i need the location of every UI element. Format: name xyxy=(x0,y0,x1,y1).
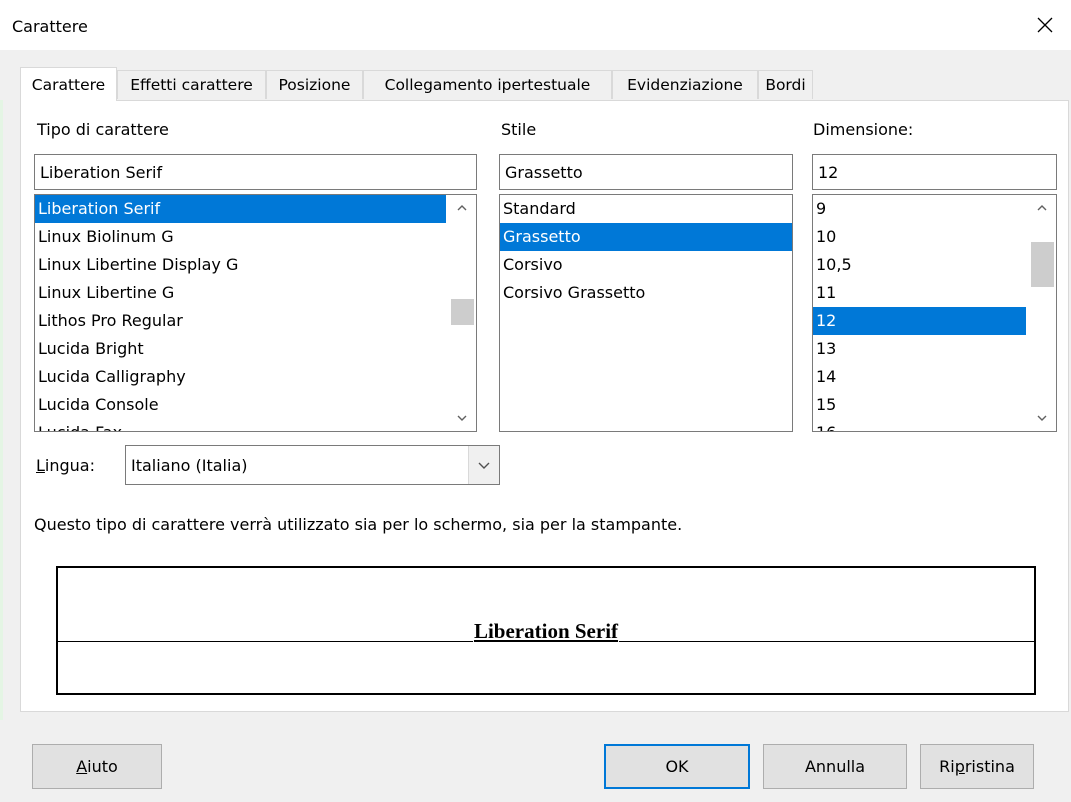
window-title: Carattere xyxy=(12,17,88,36)
close-button[interactable] xyxy=(1019,0,1071,50)
size-list-item[interactable]: 16 xyxy=(813,419,1026,431)
style-label: Stile xyxy=(501,120,537,139)
font-family-list[interactable]: Liberation Serif Linux Biolinum G Linux Li… xyxy=(34,194,477,432)
language-select[interactable]: Italiano (Italia) xyxy=(125,445,500,485)
font-list-item[interactable]: Lucida Calligraphy xyxy=(35,363,446,391)
reset-button[interactable]: Ri p ristina xyxy=(920,744,1034,789)
font-list-scroll-thumb[interactable] xyxy=(451,299,474,325)
size-list-item[interactable]: 9 xyxy=(813,195,1026,223)
font-list-item[interactable]: Lucida Console xyxy=(35,391,446,419)
style-list-item[interactable]: Corsivo Grassetto xyxy=(500,279,792,307)
size-list-scroll-thumb[interactable] xyxy=(1031,242,1054,287)
tab-collegamento-ipertestuale[interactable]: Collegamento ipertestuale xyxy=(363,70,612,99)
style-list-item[interactable]: Corsivo xyxy=(500,251,792,279)
size-list-item[interactable]: 14 xyxy=(813,363,1026,391)
help-button[interactable]: Aiuto xyxy=(32,744,162,789)
size-input[interactable]: 12 xyxy=(812,154,1057,190)
title-bar: Carattere xyxy=(0,0,1071,50)
language-label-rest: ingua: xyxy=(44,456,95,475)
style-list-item[interactable]: Standard xyxy=(500,195,792,223)
reset-mnemonic: p xyxy=(954,757,965,776)
size-list-item[interactable]: 15 xyxy=(813,391,1026,419)
language-select-value: Italiano (Italia) xyxy=(131,455,248,475)
font-list-item[interactable]: Linux Libertine G xyxy=(35,279,446,307)
language-dropdown-button[interactable] xyxy=(468,446,499,484)
ok-button[interactable]: OK xyxy=(604,744,750,789)
size-list-item[interactable]: 10 xyxy=(813,223,1026,251)
font-list-item[interactable]: Linux Libertine Display G xyxy=(35,251,446,279)
chevron-up-icon[interactable] xyxy=(1027,197,1056,219)
size-list-item[interactable]: 12 xyxy=(813,307,1026,335)
size-list[interactable]: 91010,5111213141516 xyxy=(812,194,1057,432)
tab-bordi[interactable]: Bordi xyxy=(758,70,813,99)
font-family-label: Tipo di carattere xyxy=(37,120,169,139)
chevron-up-icon[interactable] xyxy=(447,197,476,219)
font-list-item[interactable]: Lucida Fax xyxy=(35,419,446,431)
font-family-input[interactable]: Liberation Serif xyxy=(34,154,477,190)
chevron-down-icon[interactable] xyxy=(1027,407,1056,429)
style-list-item[interactable]: Grassetto xyxy=(500,223,792,251)
font-list-scrollbar[interactable] xyxy=(447,195,476,431)
window-edge xyxy=(0,100,3,720)
size-list-item[interactable]: 13 xyxy=(813,335,1026,363)
font-list-item[interactable]: Lithos Pro Regular xyxy=(35,307,446,335)
language-label-mnemonic: L xyxy=(36,456,45,475)
size-list-item[interactable]: 11 xyxy=(813,279,1026,307)
language-label: Lingua: xyxy=(36,456,95,475)
font-info-text: Questo tipo di carattere verrà utilizzat… xyxy=(34,515,683,534)
chevron-down-icon xyxy=(478,462,490,469)
tab-posizione[interactable]: Posizione xyxy=(266,70,363,99)
style-list[interactable]: Standard Grassetto Corsivo Corsivo Grassett… xyxy=(499,194,793,432)
tab-effetti-carattere[interactable]: Effetti carattere xyxy=(117,70,266,99)
reset-label-post: ristina xyxy=(964,757,1015,776)
chevron-down-icon[interactable] xyxy=(447,407,476,429)
font-list-item[interactable]: Liberation Serif xyxy=(35,195,446,223)
font-list-item[interactable]: Linux Biolinum G xyxy=(35,223,446,251)
help-label: iuto xyxy=(87,757,118,776)
size-list-item[interactable]: 10,5 xyxy=(813,251,1026,279)
close-icon xyxy=(1037,17,1053,33)
preview-text: Liberation Serif xyxy=(472,619,620,643)
tab-carattere[interactable]: Carattere xyxy=(20,67,117,101)
style-input[interactable]: Grassetto xyxy=(499,154,793,190)
font-list-item[interactable]: Lucida Bright xyxy=(35,335,446,363)
font-preview: Liberation Serif xyxy=(56,566,1036,695)
reset-label-pre: Ri xyxy=(939,757,955,776)
size-label: Dimensione: xyxy=(813,120,914,139)
help-mnemonic: A xyxy=(76,757,88,776)
tab-evidenziazione[interactable]: Evidenziazione xyxy=(612,70,758,99)
size-list-scrollbar[interactable] xyxy=(1027,195,1056,431)
cancel-button[interactable]: Annulla xyxy=(763,744,907,789)
